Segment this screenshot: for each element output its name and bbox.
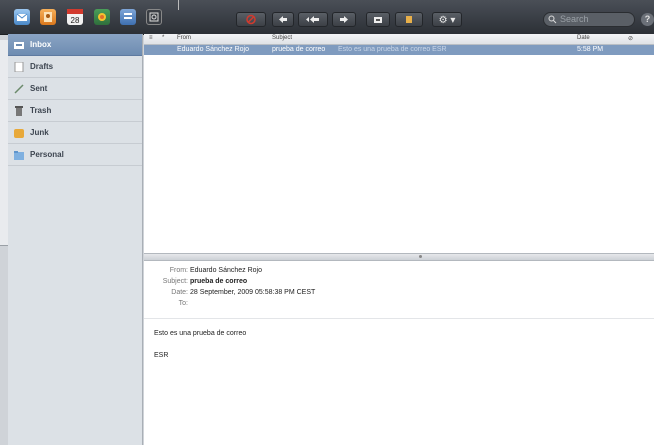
- sidebar-item-drafts[interactable]: Drafts: [8, 56, 142, 78]
- pane-splitter[interactable]: [144, 253, 654, 261]
- row-date: 5:58 PM: [577, 46, 604, 53]
- junk-button[interactable]: [395, 12, 423, 27]
- row-subject: prueba de correo: [272, 46, 326, 53]
- sidebar-item-junk[interactable]: Junk: [8, 122, 142, 144]
- subject-label: Subject:: [162, 278, 188, 285]
- calendar-app-icon[interactable]: 28: [67, 9, 83, 25]
- forward-icon: [340, 16, 348, 23]
- compose-icon[interactable]: [146, 9, 162, 25]
- drafts-icon: [14, 62, 24, 72]
- forward-button[interactable]: [332, 12, 356, 27]
- delete-button[interactable]: [236, 12, 266, 27]
- calendar-day: 28: [71, 16, 80, 25]
- junk-icon: [406, 16, 412, 23]
- photos-app-icon[interactable]: [94, 9, 110, 25]
- from-value[interactable]: Eduardo Sánchez Rojo: [190, 267, 262, 274]
- sent-icon: [14, 84, 24, 94]
- splitter-grip-icon: [419, 255, 422, 258]
- reply-button[interactable]: [272, 12, 294, 27]
- help-button[interactable]: ?: [641, 13, 654, 26]
- sidebar: Inbox Drafts Sent Trash Junk Personal: [8, 34, 143, 445]
- addressbook-app-icon[interactable]: [40, 9, 56, 25]
- subject-value: prueba de correo: [190, 278, 248, 285]
- mail-app-icon[interactable]: [14, 9, 30, 25]
- inbox-icon: [14, 42, 24, 49]
- message-signature: ESR: [154, 352, 169, 359]
- options-button[interactable]: ⚙ ▾: [432, 12, 462, 27]
- sidebar-item-sent[interactable]: Sent: [8, 78, 142, 100]
- reply-all-icon: [306, 16, 319, 23]
- notes-app-icon[interactable]: [120, 9, 136, 25]
- to-label: To:: [178, 300, 188, 307]
- reply-icon: [279, 16, 287, 23]
- table-row[interactable]: Eduardo Sánchez Rojo prueba de correo Es…: [144, 45, 654, 55]
- reply-all-button[interactable]: [298, 12, 328, 27]
- column-header-from[interactable]: From: [177, 35, 191, 41]
- row-from: Eduardo Sánchez Rojo: [177, 46, 249, 53]
- window-edge: [178, 0, 179, 10]
- message-list-header: ≡ * From Subject Date ⊘: [144, 34, 654, 45]
- message-body-line: Esto es una prueba de correo: [154, 330, 247, 337]
- background-window: [0, 40, 8, 246]
- get-mail-button[interactable]: [366, 12, 390, 27]
- sidebar-item-label: Sent: [30, 84, 48, 93]
- sidebar-item-trash[interactable]: Trash: [8, 100, 142, 122]
- column-header-attachment[interactable]: ⊘: [628, 35, 633, 42]
- sidebar-item-label: Junk: [30, 128, 49, 137]
- header-divider: [144, 318, 654, 319]
- sidebar-item-personal[interactable]: Personal: [8, 144, 142, 166]
- column-header-star[interactable]: *: [162, 35, 164, 41]
- main-pane: ≡ * From Subject Date ⊘ Eduardo Sánchez …: [144, 34, 654, 445]
- folder-icon: [14, 151, 24, 160]
- column-header-date[interactable]: Date: [577, 35, 590, 41]
- sidebar-item-label: Drafts: [30, 62, 54, 71]
- sidebar-item-inbox[interactable]: Inbox: [8, 34, 142, 56]
- column-header-subject[interactable]: Subject: [272, 35, 292, 41]
- from-label: From:: [169, 267, 188, 274]
- toolbar: 28 ⚙ ▾ Search ?: [0, 0, 654, 35]
- column-header-status[interactable]: ≡: [149, 35, 153, 41]
- trash-icon: [15, 106, 23, 116]
- sidebar-item-label: Inbox: [30, 40, 52, 49]
- junk-icon: [14, 129, 24, 138]
- sidebar-item-label: Personal: [30, 150, 64, 159]
- date-value: 28 September, 2009 05:58:38 PM CEST: [190, 289, 316, 296]
- date-label: Date:: [171, 289, 188, 296]
- row-preview: Esto es una prueba de correo ESR: [338, 46, 447, 53]
- search-icon: [548, 15, 557, 24]
- sidebar-item-label: Trash: [30, 106, 52, 115]
